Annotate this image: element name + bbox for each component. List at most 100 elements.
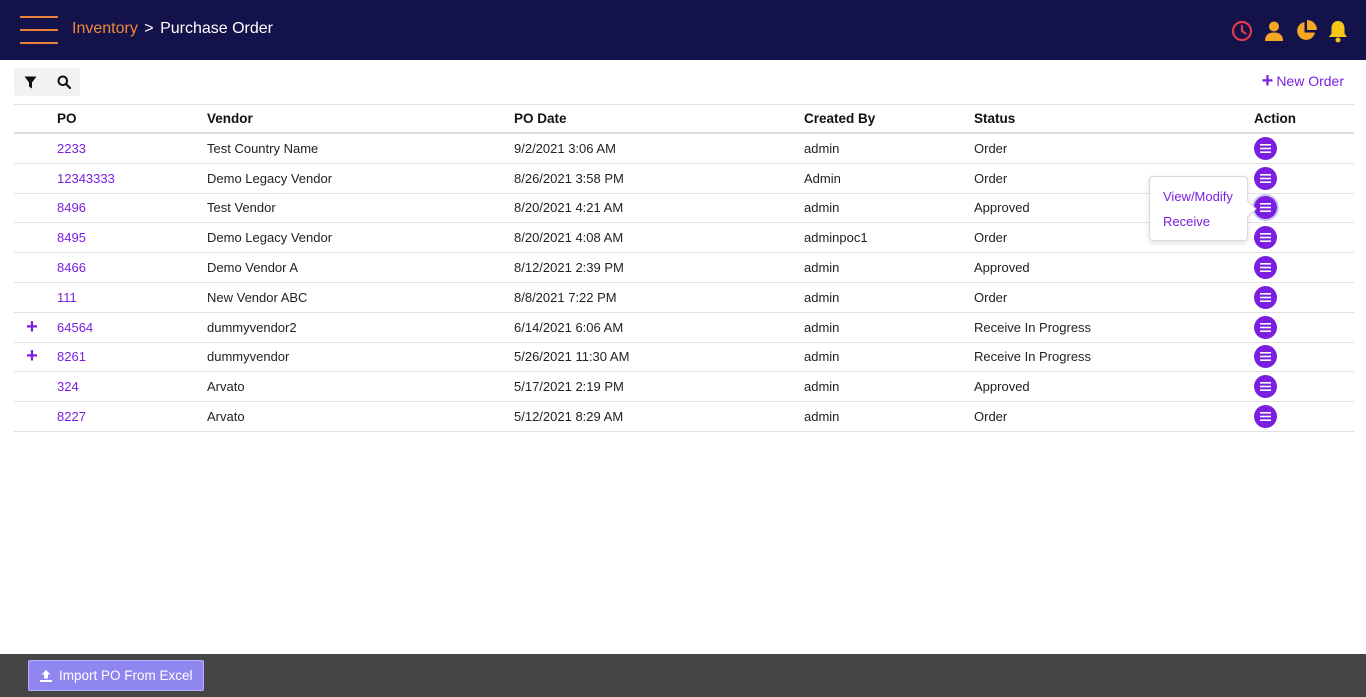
vendor-cell: Arvato	[207, 379, 245, 395]
vendor-cell: dummyvendor	[207, 349, 290, 365]
expand-row-icon[interactable]: +	[22, 313, 42, 342]
table-row: 8466 Demo Vendor A 8/12/2021 2:39 PM admin A…	[14, 253, 1354, 283]
row-action-menu-icon[interactable]	[1254, 345, 1277, 369]
vendor-cell: Demo Legacy Vendor	[207, 170, 333, 186]
po-number-link[interactable]: 111	[57, 290, 77, 305]
search-icon[interactable]	[47, 68, 80, 96]
table-row: +64564 dummyvendor2 6/14/2021 6:06 AM admin…	[14, 313, 1354, 343]
table-row: 324 Arvato 5/17/2021 2:19 PM admin Approved	[14, 372, 1354, 403]
po-number-link[interactable]: 8495	[57, 230, 86, 245]
new-order-label: New Order	[1276, 73, 1344, 89]
created-by-cell: admin	[804, 140, 840, 156]
filter-icon[interactable]	[14, 68, 47, 96]
status-cell: Approved	[974, 260, 1030, 276]
table-row: 2233 Test Country Name 9/2/2021 3:06 AM adm…	[14, 134, 1354, 164]
clock-icon[interactable]	[1230, 19, 1254, 43]
po-date-cell: 9/2/2021 3:06 AM	[514, 140, 616, 156]
pie-chart-icon[interactable]	[1294, 19, 1318, 43]
po-number-link[interactable]: 8466	[57, 260, 86, 275]
status-cell: Approved	[974, 379, 1030, 395]
action-menu-popup: View/Modify Receive	[1149, 176, 1257, 241]
bell-icon[interactable]	[1326, 19, 1350, 43]
vendor-cell: Arvato	[207, 409, 245, 425]
breadcrumb-current-page: Purchase Order	[160, 20, 273, 37]
row-action-menu-icon[interactable]	[1254, 256, 1277, 280]
import-po-button[interactable]: Import PO From Excel	[28, 660, 204, 691]
po-date-cell: 8/20/2021 4:21 AM	[514, 200, 624, 216]
row-action-menu-icon[interactable]	[1254, 405, 1277, 429]
po-date-cell: 8/12/2021 2:39 PM	[514, 260, 624, 276]
row-action-menu-icon[interactable]	[1254, 285, 1277, 309]
breadcrumb-inventory-link[interactable]: Inventory	[72, 20, 138, 37]
hamburger-menu-icon[interactable]	[20, 16, 58, 44]
import-po-label: Import PO From Excel	[59, 668, 193, 683]
status-cell: Approved	[974, 200, 1030, 216]
status-cell: Receive In Progress	[974, 349, 1092, 365]
po-number-link[interactable]: 64564	[57, 320, 93, 335]
created-by-cell: admin	[804, 200, 840, 216]
column-header-status[interactable]: Status	[974, 105, 1015, 132]
breadcrumb-separator: >	[144, 20, 154, 37]
po-number-link[interactable]: 8496	[57, 200, 86, 215]
po-number-link[interactable]: 8227	[57, 409, 86, 424]
vendor-cell: Demo Vendor A	[207, 260, 299, 276]
created-by-cell: admin	[804, 319, 840, 335]
status-cell: Order	[974, 140, 1008, 156]
po-date-cell: 8/26/2021 3:58 PM	[514, 170, 624, 186]
vendor-cell: Test Country Name	[207, 140, 319, 156]
po-date-cell: 5/17/2021 2:19 PM	[514, 379, 624, 395]
vendor-cell: New Vendor ABC	[207, 289, 308, 305]
row-action-menu-icon[interactable]	[1254, 136, 1277, 160]
po-number-link[interactable]: 2233	[57, 141, 86, 156]
status-cell: Receive In Progress	[974, 319, 1092, 335]
expand-row-icon[interactable]: +	[22, 343, 42, 372]
breadcrumb: Inventory > Purchase Order	[72, 20, 273, 38]
po-date-cell: 8/8/2021 7:22 PM	[514, 289, 617, 305]
table-row: +8261 dummyvendor 5/26/2021 11:30 AM admin R…	[14, 343, 1354, 373]
status-cell: Order	[974, 230, 1008, 246]
po-number-link[interactable]: 8261	[57, 349, 86, 364]
status-cell: Order	[974, 289, 1008, 305]
row-action-menu-icon[interactable]	[1254, 375, 1277, 399]
table-row: 8227 Arvato 5/12/2021 8:29 AM admin Order	[14, 402, 1354, 432]
column-header-created-by[interactable]: Created By	[804, 105, 875, 132]
view-modify-menu-item[interactable]: View/Modify	[1163, 189, 1233, 204]
row-action-menu-icon[interactable]	[1254, 166, 1277, 190]
po-date-cell: 6/14/2021 6:06 AM	[514, 319, 624, 335]
column-header-po-date[interactable]: PO Date	[514, 105, 567, 132]
upload-icon	[40, 669, 52, 682]
row-action-menu-icon[interactable]	[1254, 315, 1277, 339]
receive-menu-item[interactable]: Receive	[1163, 214, 1210, 229]
row-action-menu-icon[interactable]	[1254, 196, 1277, 220]
user-icon[interactable]	[1262, 19, 1286, 43]
table-header-row: PO Vendor PO Date Created By Status Acti…	[14, 104, 1354, 134]
vendor-cell: Demo Legacy Vendor	[207, 230, 333, 246]
purchase-order-table: PO Vendor PO Date Created By Status Acti…	[14, 104, 1354, 432]
created-by-cell: admin	[804, 409, 840, 425]
table-row: 111 New Vendor ABC 8/8/2021 7:22 PM admin Or…	[14, 283, 1354, 313]
footer-bar: Import PO From Excel	[0, 654, 1366, 697]
plus-icon: +	[1261, 70, 1274, 92]
created-by-cell: admin	[804, 260, 840, 276]
header-icon-bar	[1230, 18, 1350, 44]
po-date-cell: 5/26/2021 11:30 AM	[514, 349, 630, 365]
po-number-link[interactable]: 12343333	[57, 171, 115, 186]
vendor-cell: Test Vendor	[207, 200, 276, 216]
row-action-menu-icon[interactable]	[1254, 226, 1277, 250]
status-cell: Order	[974, 170, 1008, 186]
column-header-vendor[interactable]: Vendor	[207, 105, 253, 132]
table-toolbar	[14, 68, 80, 96]
created-by-cell: admin	[804, 289, 840, 305]
vendor-cell: dummyvendor2	[207, 319, 297, 335]
column-header-po[interactable]: PO	[57, 105, 77, 132]
po-date-cell: 5/12/2021 8:29 AM	[514, 409, 624, 425]
po-date-cell: 8/20/2021 4:08 AM	[514, 230, 624, 246]
created-by-cell: admin	[804, 349, 840, 365]
created-by-cell: Admin	[804, 170, 841, 186]
top-header: Inventory > Purchase Order	[0, 0, 1366, 60]
new-order-button[interactable]: + New Order	[1261, 70, 1344, 92]
po-number-link[interactable]: 324	[57, 379, 79, 394]
column-header-action: Action	[1254, 111, 1296, 126]
created-by-cell: adminpoc1	[804, 230, 868, 246]
created-by-cell: admin	[804, 379, 840, 395]
